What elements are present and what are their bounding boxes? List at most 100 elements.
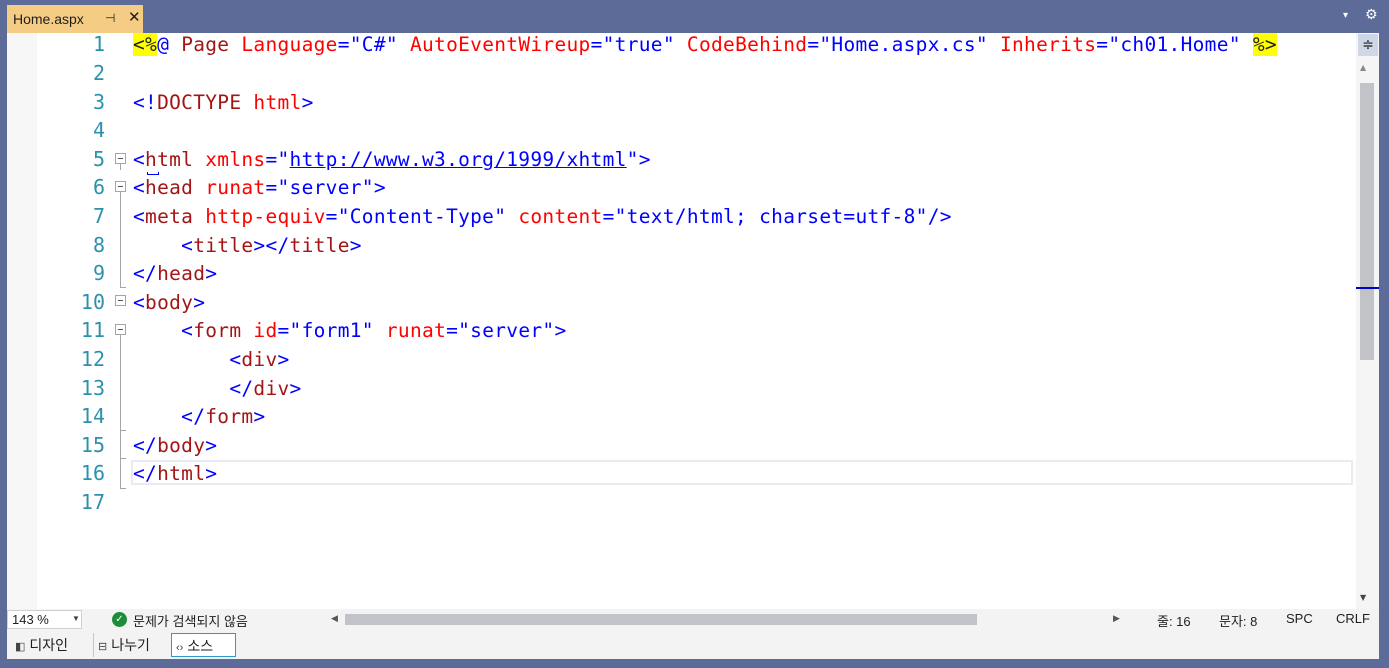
code-token: html [145, 148, 206, 171]
code-token: > [205, 262, 218, 285]
code-token[interactable]: http://www.w3.org/1999/xhtml [290, 148, 627, 171]
line-number: 14 [80, 404, 105, 428]
code-token: = [446, 319, 459, 342]
code-token: < [133, 176, 146, 199]
close-icon[interactable]: ✕ [128, 8, 141, 26]
line-number: 3 [92, 90, 105, 114]
code-token: </ [133, 262, 158, 285]
code-line-13[interactable]: </div> [133, 374, 302, 403]
fold-collapse-icon[interactable] [115, 295, 126, 306]
issues-status-text[interactable]: 문제가 검색되지 않음 [133, 611, 248, 630]
code-token: content [518, 205, 603, 228]
fold-collapse-icon[interactable] [115, 153, 126, 164]
code-token: > [205, 462, 218, 485]
zoom-dropdown[interactable]: 143 % ▼ [7, 610, 82, 629]
code-token: Language [241, 33, 338, 56]
code-token: div [253, 377, 290, 400]
code-token: < [133, 319, 194, 342]
code-token: title [193, 234, 254, 257]
code-editor[interactable]: 1 2 3 4 5 6 7 8 9 10 11 12 13 14 15 16 1… [7, 33, 1379, 609]
code-line-9[interactable]: </head> [133, 259, 217, 288]
code-token: title [289, 234, 350, 257]
code-line-10[interactable]: <body> [133, 288, 205, 317]
code-token: body [145, 291, 194, 314]
code-token: DOCTYPE [157, 91, 254, 114]
code-line-6[interactable]: <head runat="server"> [133, 173, 386, 202]
code-token: body [157, 434, 206, 457]
line-number: 4 [92, 118, 105, 142]
scroll-right-icon[interactable]: ▶ [1113, 613, 1120, 624]
code-line-5[interactable]: <html xmlns="http://www.w3.org/1999/xhtm… [133, 145, 651, 174]
pin-icon[interactable]: ⊣ [105, 11, 115, 25]
tab-design[interactable]: ◧ 디자인 [11, 633, 89, 657]
code-line-12[interactable]: <div> [133, 345, 290, 374]
code-token: id [253, 319, 278, 342]
editor-status-bar: 143 % ▼ ✓ 문제가 검색되지 않음 ◀ ▶ 줄: 16 문자: 8 SP… [7, 609, 1379, 631]
code-token: > [277, 348, 290, 371]
horizontal-scroll-thumb[interactable] [345, 614, 977, 625]
column-indicator[interactable]: 문자: 8 [1219, 611, 1257, 630]
code-token: <! [133, 91, 158, 114]
code-token: "true" [602, 33, 687, 56]
code-line-3[interactable]: <!DOCTYPE html> [133, 88, 314, 117]
code-token: </ [133, 462, 158, 485]
check-circle-icon[interactable]: ✓ [112, 612, 127, 627]
zoom-value: 143 % [12, 612, 49, 627]
code-token: < [133, 148, 146, 171]
code-token: > [349, 234, 362, 257]
vertical-scroll-thumb[interactable] [1360, 83, 1374, 360]
code-line-15[interactable]: </body> [133, 431, 217, 460]
code-token: < [133, 291, 146, 314]
code-token: </ [133, 405, 206, 428]
tab-split[interactable]: ⊟ 나누기 [93, 633, 169, 657]
tab-split-label: 나누기 [111, 637, 150, 653]
code-token: = [265, 176, 278, 199]
code-token: = [602, 205, 615, 228]
code-token: xmlns [205, 148, 266, 171]
line-number: 6 [92, 175, 105, 199]
code-token: "Content-Type" [337, 205, 519, 228]
line-number: 17 [80, 490, 105, 514]
code-line-11[interactable]: <form id="form1" runat="server"> [133, 316, 567, 345]
code-line-8[interactable]: <title></title> [133, 231, 362, 260]
document-tab-bar: Home.aspx ⊣ ✕ ▾ ⚙ [0, 0, 1389, 33]
tab-home-aspx[interactable]: Home.aspx ⊣ ✕ [7, 5, 143, 33]
code-token: div [241, 348, 278, 371]
code-token: <% [133, 33, 158, 56]
code-line-14[interactable]: </form> [133, 402, 265, 431]
fold-guide-end [120, 458, 126, 459]
fold-collapse-icon[interactable] [115, 324, 126, 335]
code-token: > [193, 291, 206, 314]
tab-list-dropdown-icon[interactable]: ▾ [1343, 10, 1348, 21]
fold-guide [120, 335, 121, 489]
code-line-16[interactable]: </html> [133, 459, 217, 488]
code-token: < [133, 205, 146, 228]
code-token: = [590, 33, 603, 56]
source-view-icon: ‹› [176, 642, 184, 654]
line-ending-indicator[interactable]: CRLF [1336, 611, 1370, 626]
code-token: "text/html; charset=utf-8" [614, 205, 928, 228]
code-line-7[interactable]: <meta http-equiv="Content-Type" content=… [133, 202, 952, 231]
code-token: > [289, 377, 302, 400]
fold-collapse-icon[interactable] [115, 181, 126, 192]
code-token: Page [181, 33, 242, 56]
code-line-1[interactable]: <%@ Page Language="C#" AutoEventWireup="… [133, 33, 1277, 59]
scroll-down-icon[interactable]: ▼ [1360, 593, 1366, 602]
code-token: Inherits [999, 33, 1097, 56]
line-number: 13 [80, 376, 105, 400]
gear-icon[interactable]: ⚙ [1365, 7, 1378, 23]
scroll-left-icon[interactable]: ◀ [331, 613, 338, 624]
line-indicator[interactable]: 줄: 16 [1157, 611, 1191, 630]
whitespace-indicator[interactable]: SPC [1286, 611, 1313, 626]
code-token: = [325, 205, 338, 228]
chevron-down-icon: ▼ [72, 614, 80, 623]
scroll-up-icon[interactable]: ▲ [1360, 63, 1366, 72]
code-token: "server" [458, 319, 555, 342]
code-token: = [337, 33, 350, 56]
line-number: 1 [92, 33, 105, 56]
code-token: > [253, 405, 266, 428]
line-number: 2 [92, 61, 105, 85]
split-window-icon[interactable]: ≑ [1358, 34, 1378, 56]
code-token: html [253, 91, 302, 114]
tab-source[interactable]: ‹› 소스 [171, 633, 236, 657]
